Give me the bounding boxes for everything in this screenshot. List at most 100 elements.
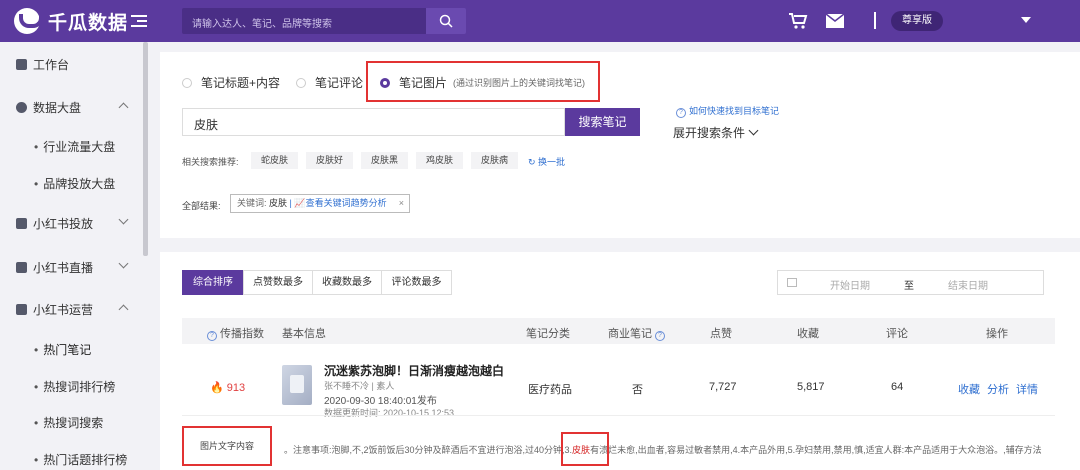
- vip-badge[interactable]: 尊享版: [891, 11, 943, 31]
- sidebar-item-xhs-live[interactable]: 小红书直播: [16, 257, 131, 277]
- related-tag[interactable]: 蛇皮肤: [251, 152, 298, 169]
- grid-icon: [16, 58, 27, 70]
- app-logo[interactable]: 千瓜数据: [14, 8, 128, 34]
- sort-tabs: 综合排序 点赞数最多 收藏数最多 评论数最多: [182, 270, 452, 295]
- note-title[interactable]: 沉迷紫苏泡脚！日渐消瘦越泡越白: [324, 362, 504, 379]
- note-author[interactable]: 张不睡不冷 | 素人: [324, 379, 394, 392]
- analyze-action[interactable]: 分析: [987, 381, 1009, 397]
- sidebar-sub-hot-notes[interactable]: 热门笔记: [34, 341, 91, 358]
- tab-most-likes[interactable]: 点赞数最多: [243, 270, 313, 295]
- logo-icon: [14, 8, 43, 34]
- help-link[interactable]: ? 如何快速找到目标笔记: [673, 104, 779, 118]
- radio-label: 笔记标题+内容: [201, 76, 281, 90]
- note-comments: 64: [891, 381, 904, 393]
- ocr-text: 。注意事项:泡脚,不,2饭前饭后30分钟及醉酒后不宜进行泡浴,过40分钟,3.皮…: [284, 445, 1042, 455]
- sidebar-sub-brand-ads[interactable]: 品牌投放大盘: [34, 175, 115, 192]
- radio-circle: [296, 77, 306, 88]
- col-actions: 操作: [986, 328, 1008, 340]
- sidebar-item-label: 小红书运营: [33, 302, 94, 317]
- refresh-icon: ↻: [528, 157, 539, 167]
- related-tag[interactable]: 皮肤好: [306, 152, 353, 169]
- expand-conditions-link[interactable]: 展开搜索条件: [673, 124, 759, 141]
- sidebar-item-label: 数据大盘: [33, 100, 82, 115]
- search-notes-button[interactable]: 搜索笔记: [565, 108, 640, 136]
- note-thumbnail[interactable]: [282, 365, 312, 405]
- note-likes: 7,727: [709, 381, 737, 393]
- question-icon: ?: [207, 331, 217, 341]
- chevron-down-icon: [748, 125, 759, 136]
- chevron-up-icon: [118, 102, 129, 113]
- col-category: 笔记分类: [526, 328, 570, 340]
- sidebar-scrollbar[interactable]: [143, 42, 148, 256]
- col-spread-index[interactable]: ? 传播指数: [204, 325, 264, 341]
- note-category: 医疗药品: [528, 384, 572, 396]
- divider: [874, 12, 876, 29]
- app-name: 千瓜数据: [48, 12, 129, 34]
- col-favorites[interactable]: 收藏: [797, 325, 819, 341]
- detail-action[interactable]: 详情: [1016, 381, 1038, 397]
- sidebar-sub-hot-search[interactable]: 热搜词搜索: [34, 414, 103, 431]
- date-range-picker[interactable]: 开始日期 至 结束日期: [777, 270, 1044, 295]
- note-published: 2020-09-30 18:40:01发布: [324, 396, 437, 407]
- search-icon: [439, 14, 453, 28]
- refresh-link[interactable]: ↻ 换一批: [528, 155, 565, 168]
- note-updated: 数据更新时间: 2020-10-15 12:53: [324, 408, 455, 418]
- trend-icon: 📈: [294, 198, 306, 208]
- chevron-down-icon: [118, 258, 129, 269]
- fire-icon: 🔥: [210, 382, 224, 394]
- end-date-input[interactable]: 结束日期: [948, 277, 988, 292]
- calendar-icon: [787, 278, 797, 287]
- sidebar-item-label: 小红书投放: [33, 216, 94, 231]
- date-separator: 至: [904, 281, 914, 292]
- sidebar-sub-hot-topics-rank[interactable]: 热门话题排行榜: [34, 451, 127, 468]
- related-tag[interactable]: 皮肤病: [471, 152, 518, 169]
- radio-comments[interactable]: 笔记评论: [296, 74, 363, 91]
- question-icon: ?: [676, 108, 686, 118]
- sidebar-sub-hot-search-rank[interactable]: 热搜词排行榜: [34, 378, 115, 395]
- global-search-input[interactable]: 请输入达人、笔记、品牌等搜索: [182, 8, 426, 34]
- chevron-up-icon: [118, 304, 129, 315]
- sidebar-item-label: 工作台: [33, 57, 70, 72]
- trend-link[interactable]: | 📈查看关键词趋势分析: [290, 198, 387, 208]
- close-icon[interactable]: ×: [399, 195, 404, 212]
- table-header: ? 传播指数 基本信息 笔记分类 商业笔记? 点赞 收藏 评论 操作: [182, 318, 1055, 344]
- tab-most-comments[interactable]: 评论数最多: [381, 270, 452, 295]
- highlight-box: [366, 61, 600, 102]
- col-commercial: 商业笔记?: [608, 325, 668, 341]
- related-tag[interactable]: 鸡皮肤: [416, 152, 463, 169]
- operations-icon: [16, 303, 27, 315]
- menu-toggle-icon[interactable]: [131, 12, 147, 28]
- tab-overall[interactable]: 综合排序: [182, 270, 244, 295]
- tab-most-favorites[interactable]: 收藏数最多: [312, 270, 382, 295]
- question-icon: ?: [655, 331, 665, 341]
- sidebar-item-xhs-operations[interactable]: 小红书运营: [16, 299, 131, 319]
- image-text-label: 图片文字内容: [182, 426, 272, 466]
- chevron-down-icon: [118, 214, 129, 225]
- col-comments[interactable]: 评论: [886, 325, 908, 341]
- col-basic-info: 基本信息: [282, 328, 326, 340]
- video-icon: [16, 261, 27, 273]
- col-likes[interactable]: 点赞: [710, 325, 732, 341]
- highlight-box: [561, 432, 609, 466]
- mail-icon[interactable]: [826, 14, 844, 28]
- sidebar-item-data-dashboard[interactable]: 数据大盘: [16, 97, 131, 117]
- global-search-button[interactable]: [426, 8, 466, 34]
- sidebar-item-label: 小红书直播: [33, 260, 94, 275]
- cart-icon[interactable]: [788, 12, 808, 30]
- pie-chart-icon: [16, 101, 27, 113]
- spread-index: 🔥 913: [210, 382, 246, 394]
- divider: [182, 415, 1055, 416]
- sidebar-item-xhs-ads[interactable]: 小红书投放: [16, 213, 131, 233]
- related-label: 相关搜索推荐:: [182, 157, 239, 167]
- start-date-input[interactable]: 开始日期: [830, 277, 870, 292]
- sidebar-sub-industry-traffic[interactable]: 行业流量大盘: [34, 138, 115, 155]
- favorite-action[interactable]: 收藏: [958, 381, 980, 397]
- all-results-label: 全部结果:: [182, 201, 221, 211]
- ad-icon: [16, 217, 27, 229]
- keyword-chip[interactable]: 关键词: 皮肤 | 📈查看关键词趋势分析 ×: [230, 194, 410, 213]
- sidebar-item-workbench[interactable]: 工作台: [16, 54, 131, 74]
- related-tag[interactable]: 皮肤黑: [361, 152, 408, 169]
- user-menu-caret-icon[interactable]: [1021, 17, 1031, 23]
- keyword-input[interactable]: 皮肤: [182, 108, 565, 136]
- radio-title-content[interactable]: 笔记标题+内容: [182, 74, 280, 91]
